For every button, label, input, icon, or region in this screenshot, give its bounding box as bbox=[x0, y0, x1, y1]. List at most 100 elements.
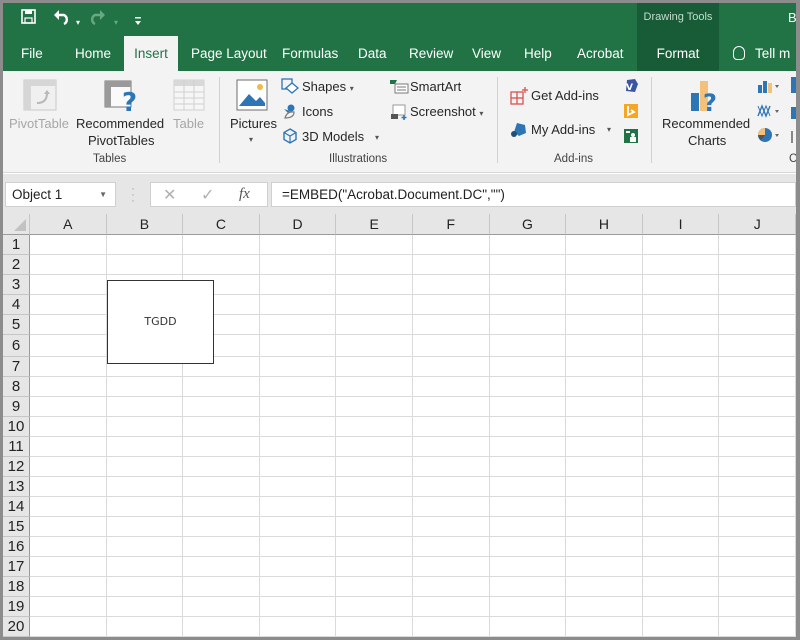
cell-b11[interactable] bbox=[106, 437, 184, 457]
tab-insert[interactable]: Insert bbox=[124, 36, 178, 71]
cell-g14[interactable] bbox=[489, 497, 567, 517]
cell-e11[interactable] bbox=[336, 437, 413, 457]
tab-formulas[interactable]: Formulas bbox=[274, 36, 346, 71]
cell-b18[interactable] bbox=[106, 577, 184, 597]
cell-a4[interactable] bbox=[30, 295, 107, 315]
cell-j14[interactable] bbox=[719, 497, 796, 517]
cell-h6[interactable] bbox=[566, 335, 643, 357]
cell-d1[interactable] bbox=[259, 235, 337, 255]
cell-i15[interactable] bbox=[642, 517, 720, 537]
cell-f7[interactable] bbox=[413, 357, 490, 377]
cell-i16[interactable] bbox=[642, 537, 720, 557]
cell-f4[interactable] bbox=[413, 295, 490, 315]
row-header-8[interactable]: 8 bbox=[3, 377, 30, 397]
cell-f13[interactable] bbox=[413, 477, 490, 497]
cell-g5[interactable] bbox=[489, 315, 567, 335]
cell-b19[interactable] bbox=[106, 597, 184, 617]
cell-d6[interactable] bbox=[259, 335, 337, 357]
cell-d11[interactable] bbox=[259, 437, 337, 457]
people-graph-icon[interactable] bbox=[623, 128, 639, 149]
cell-b9[interactable] bbox=[106, 397, 184, 417]
cell-h12[interactable] bbox=[566, 457, 643, 477]
row-header-12[interactable]: 12 bbox=[3, 457, 30, 477]
cell-c16[interactable] bbox=[183, 537, 260, 557]
cell-g3[interactable] bbox=[489, 275, 567, 295]
enter-icon[interactable]: ✓ bbox=[201, 185, 214, 205]
column-header-j[interactable]: J bbox=[719, 214, 796, 235]
cell-h3[interactable] bbox=[566, 275, 643, 295]
row-header-19[interactable]: 19 bbox=[3, 597, 30, 617]
pictures-button[interactable]: Pictures bbox=[230, 116, 277, 131]
cell-c8[interactable] bbox=[183, 377, 260, 397]
recommended-charts-button[interactable]: Recommended bbox=[662, 116, 750, 131]
cell-c15[interactable] bbox=[183, 517, 260, 537]
cell-g4[interactable] bbox=[489, 295, 567, 315]
cell-g9[interactable] bbox=[489, 397, 567, 417]
cell-c19[interactable] bbox=[183, 597, 260, 617]
cell-g10[interactable] bbox=[489, 417, 567, 437]
cell-e14[interactable] bbox=[336, 497, 413, 517]
name-box[interactable]: Object 1 ▼ bbox=[5, 182, 116, 207]
cell-i2[interactable] bbox=[642, 255, 720, 275]
tab-file[interactable]: File bbox=[13, 36, 51, 71]
bing-maps-icon[interactable] bbox=[623, 103, 639, 124]
name-box-dropdown-icon[interactable]: ▼ bbox=[99, 183, 107, 206]
tell-me-search[interactable]: Tell m bbox=[733, 36, 790, 71]
cell-j7[interactable] bbox=[719, 357, 796, 377]
cell-g18[interactable] bbox=[489, 577, 567, 597]
cell-a5[interactable] bbox=[30, 315, 107, 335]
cell-a1[interactable] bbox=[30, 235, 107, 255]
cell-a19[interactable] bbox=[30, 597, 107, 617]
cell-g13[interactable] bbox=[489, 477, 567, 497]
cell-f6[interactable] bbox=[413, 335, 490, 357]
cell-e4[interactable] bbox=[336, 295, 413, 315]
cell-c1[interactable] bbox=[183, 235, 260, 255]
cell-i18[interactable] bbox=[642, 577, 720, 597]
cell-g20[interactable] bbox=[489, 617, 567, 637]
cell-h14[interactable] bbox=[566, 497, 643, 517]
cell-j20[interactable] bbox=[719, 617, 796, 637]
tab-review[interactable]: Review bbox=[401, 36, 461, 71]
cell-e3[interactable] bbox=[336, 275, 413, 295]
cell-f20[interactable] bbox=[413, 617, 490, 637]
cell-e13[interactable] bbox=[336, 477, 413, 497]
cell-i12[interactable] bbox=[642, 457, 720, 477]
cell-f9[interactable] bbox=[413, 397, 490, 417]
cell-j12[interactable] bbox=[719, 457, 796, 477]
pictures-dropdown-icon[interactable]: ▾ bbox=[249, 135, 253, 144]
cell-e19[interactable] bbox=[336, 597, 413, 617]
cell-d14[interactable] bbox=[259, 497, 337, 517]
column-header-h[interactable]: H bbox=[566, 214, 643, 235]
cell-f1[interactable] bbox=[413, 235, 490, 255]
cell-e15[interactable] bbox=[336, 517, 413, 537]
cell-i14[interactable] bbox=[642, 497, 720, 517]
cell-j2[interactable] bbox=[719, 255, 796, 275]
cell-a7[interactable] bbox=[30, 357, 107, 377]
tab-home[interactable]: Home bbox=[67, 36, 119, 71]
cell-g19[interactable] bbox=[489, 597, 567, 617]
customize-qat-icon[interactable] bbox=[134, 13, 142, 33]
cell-c9[interactable] bbox=[183, 397, 260, 417]
tab-data[interactable]: Data bbox=[350, 36, 395, 71]
cell-e7[interactable] bbox=[336, 357, 413, 377]
tab-acrobat[interactable]: Acrobat bbox=[569, 36, 632, 71]
insert-function-icon[interactable]: fx bbox=[239, 186, 250, 203]
cell-a20[interactable] bbox=[30, 617, 107, 637]
row-header-20[interactable]: 20 bbox=[3, 617, 30, 637]
cell-b8[interactable] bbox=[106, 377, 184, 397]
cell-h1[interactable] bbox=[566, 235, 643, 255]
cell-f2[interactable] bbox=[413, 255, 490, 275]
cell-i4[interactable] bbox=[642, 295, 720, 315]
row-header-13[interactable]: 13 bbox=[3, 477, 30, 497]
cell-f12[interactable] bbox=[413, 457, 490, 477]
cell-i7[interactable] bbox=[642, 357, 720, 377]
cell-j16[interactable] bbox=[719, 537, 796, 557]
cell-g12[interactable] bbox=[489, 457, 567, 477]
cell-i1[interactable] bbox=[642, 235, 720, 255]
cell-d19[interactable] bbox=[259, 597, 337, 617]
cell-h9[interactable] bbox=[566, 397, 643, 417]
line-chart-icon[interactable] bbox=[757, 103, 781, 124]
cell-f16[interactable] bbox=[413, 537, 490, 557]
cell-g2[interactable] bbox=[489, 255, 567, 275]
cell-j6[interactable] bbox=[719, 335, 796, 357]
